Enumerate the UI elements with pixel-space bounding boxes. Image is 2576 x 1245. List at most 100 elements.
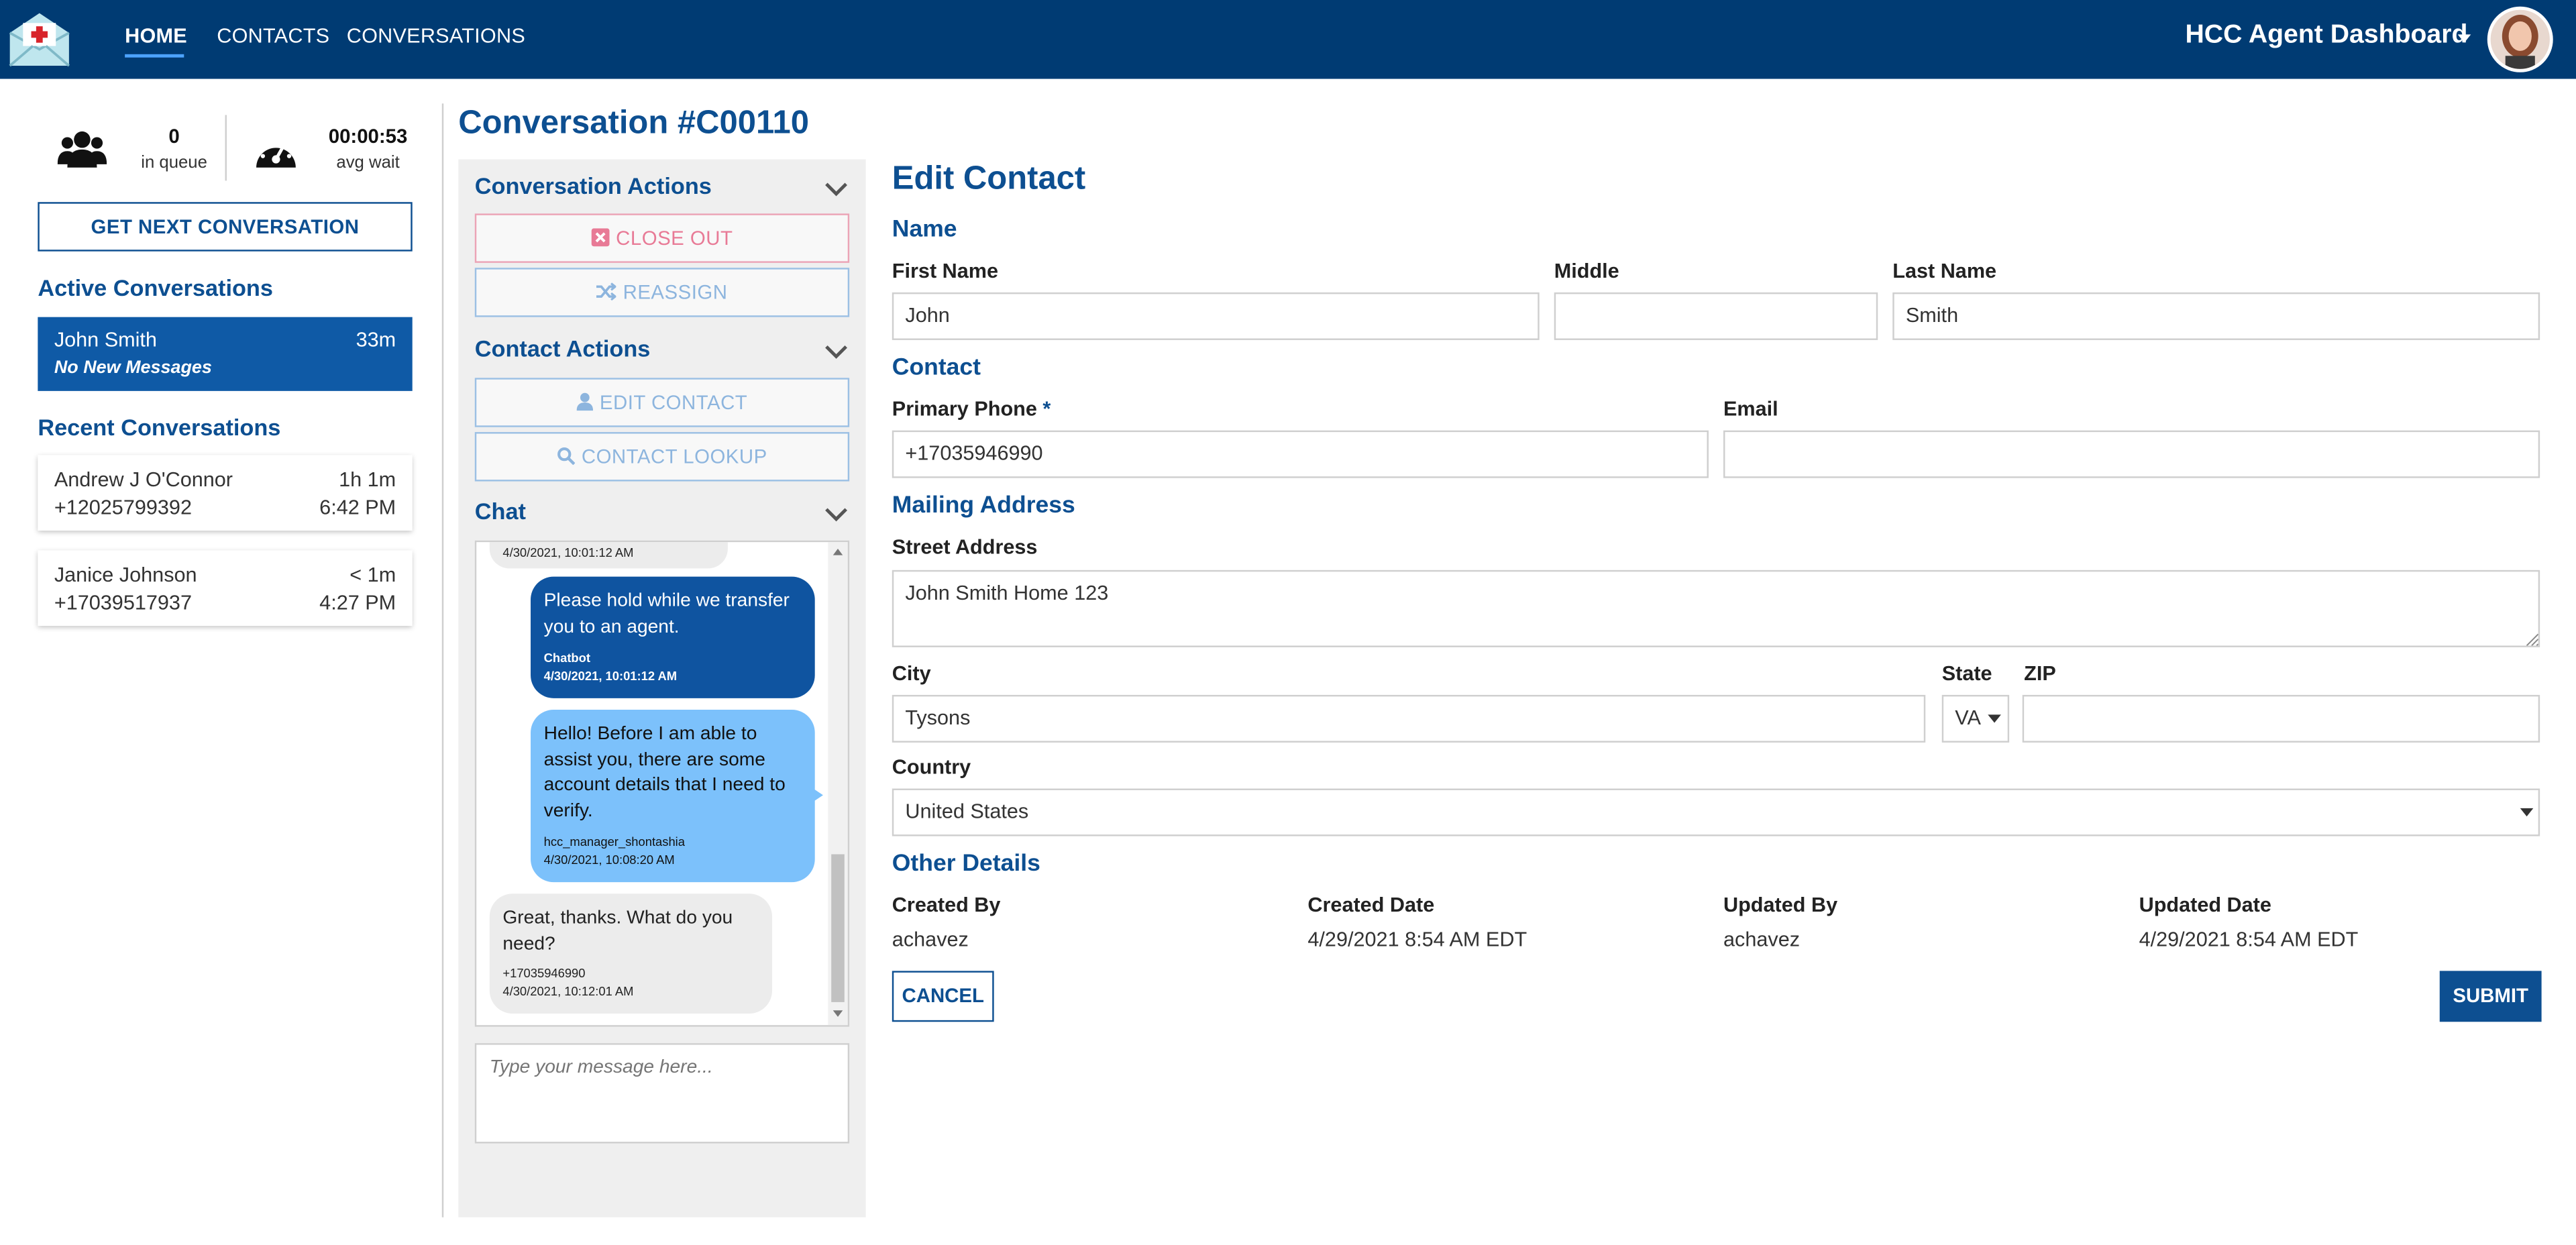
contact-actions-title: Contact Actions	[474, 335, 651, 362]
nav-active-indicator	[125, 54, 184, 58]
search-icon	[557, 447, 576, 466]
stat-divider	[225, 115, 227, 181]
avg-wait-label: avg wait	[336, 152, 400, 173]
updated-by-value: achavez	[1723, 928, 1801, 951]
active-conversation-status: No New Messages	[54, 358, 212, 378]
required-marker: *	[1042, 397, 1051, 421]
recent-contact-name: Andrew J O'Connor	[54, 468, 233, 492]
contact-lookup-label: CONTACT LOOKUP	[581, 445, 767, 468]
chat-message-input[interactable]	[474, 1043, 850, 1144]
primary-phone-field[interactable]: +17035946990	[892, 430, 1709, 478]
first-name-label: First Name	[892, 259, 999, 283]
edit-contact-label: EDIT CONTACT	[599, 390, 748, 415]
recent-conversation-card[interactable]: Janice Johnson +17039517937 < 1m 4:27 PM	[38, 550, 413, 627]
edit-contact-button[interactable]: EDIT CONTACT	[474, 378, 850, 427]
queue-label: in queue	[141, 152, 207, 173]
close-square-icon	[591, 228, 610, 247]
chevron-down-icon[interactable]	[824, 177, 847, 200]
dashboard-title[interactable]: HCC Agent Dashboard	[2186, 21, 2468, 51]
name-section-title: Name	[892, 217, 957, 243]
chat-scrollbar-thumb[interactable]	[831, 854, 845, 1002]
chat-title: Chat	[474, 498, 526, 525]
zip-field[interactable]	[2022, 694, 2540, 743]
recent-conversation-card[interactable]: Andrew J O'Connor +12025799392 1h 1m 6:4…	[38, 455, 413, 531]
chat-scrollbar[interactable]	[828, 542, 848, 1026]
chevron-down-icon[interactable]	[824, 502, 847, 525]
chat-message-sender: hcc_manager_shontashia	[543, 834, 686, 850]
created-by-value: achavez	[892, 928, 969, 951]
email-label: Email	[1723, 397, 1778, 421]
country-label: Country	[892, 755, 971, 779]
mailing-address-section-title: Mailing Address	[892, 492, 1075, 519]
street-address-field[interactable]: John Smith Home 123	[892, 570, 2540, 647]
chat-message-timestamp: 4/30/2021, 10:08:20 AM	[543, 853, 675, 868]
close-out-button[interactable]: CLOSE OUT	[474, 213, 850, 263]
country-select[interactable]: United States	[892, 788, 2540, 836]
close-out-label: CLOSE OUT	[616, 226, 733, 250]
nav-contacts[interactable]: CONTACTS	[217, 25, 329, 48]
city-field[interactable]: Tysons	[892, 694, 1926, 743]
chat-message-timestamp: 4/30/2021, 10:01:12 AM	[543, 668, 678, 684]
queue-count: 0	[168, 125, 180, 148]
state-value: VA	[1955, 706, 1981, 730]
updated-date-label: Updated Date	[2139, 894, 2271, 917]
chat-message-list[interactable]: 4/30/2021, 10:01:12 AM Please hold while…	[474, 540, 850, 1027]
scroll-up-arrow-icon[interactable]	[833, 548, 843, 555]
chat-message-partial: 4/30/2021, 10:01:12 AM	[489, 542, 728, 569]
user-avatar[interactable]	[2487, 6, 2553, 72]
nav-conversations[interactable]: CONVERSATIONS	[347, 25, 525, 48]
chat-message-sender: Chatbot	[543, 650, 590, 665]
created-date-value: 4/29/2021 8:54 AM EDT	[1307, 928, 1527, 951]
sidebar-divider	[441, 103, 444, 1217]
recent-contact-name: Janice Johnson	[54, 563, 197, 587]
cancel-button[interactable]: CANCEL	[892, 971, 994, 1022]
conversation-title: Conversation #C00110	[458, 105, 809, 142]
resize-grip-icon[interactable]	[2525, 633, 2538, 646]
user-icon	[576, 392, 594, 411]
chat-message-text: Please hold while we transfer you to an …	[543, 591, 790, 637]
contact-lookup-button[interactable]: CONTACT LOOKUP	[474, 432, 850, 482]
updated-date-value: 4/29/2021 8:54 AM EDT	[2139, 928, 2359, 951]
get-next-conversation-button[interactable]: GET NEXT CONVERSATION	[38, 202, 413, 252]
avg-wait-time: 00:00:53	[328, 125, 408, 148]
created-by-label: Created By	[892, 894, 1001, 917]
users-group-icon	[57, 131, 107, 168]
country-dropdown-caret-icon[interactable]	[2520, 808, 2534, 817]
chat-message-bot: Please hold while we transfer you to an …	[531, 576, 815, 698]
dashboard-dropdown-caret-icon[interactable]	[2457, 34, 2471, 43]
middle-name-label: Middle	[1554, 259, 1619, 283]
active-contact-name: John Smith	[54, 328, 157, 352]
reassign-button[interactable]: REASSIGN	[474, 268, 850, 317]
chevron-down-icon[interactable]	[824, 340, 847, 363]
last-name-label: Last Name	[1892, 259, 1997, 283]
recent-conversation-age: 1h 1m	[339, 468, 396, 492]
active-conversation-card[interactable]: John Smith 33m No New Messages	[38, 317, 413, 391]
chat-message-customer: Great, thanks. What do you need? +170359…	[489, 894, 773, 1014]
chat-message-text: Great, thanks. What do you need?	[502, 908, 733, 954]
chat-message-text: Hello! Before I am able to assist you, t…	[543, 724, 786, 821]
recent-conversation-age: < 1m	[350, 563, 396, 587]
scroll-down-arrow-icon[interactable]	[833, 1010, 843, 1017]
reassign-label: REASSIGN	[623, 280, 728, 305]
other-details-section-title: Other Details	[892, 851, 1040, 877]
state-dropdown-caret-icon[interactable]	[1988, 714, 2001, 723]
speedometer-icon	[256, 139, 296, 168]
zip-label: ZIP	[2024, 661, 2056, 686]
app-logo[interactable]	[7, 10, 72, 69]
recent-conversations-title: Recent Conversations	[38, 414, 281, 441]
chat-message-sender: +17035946990	[502, 966, 586, 981]
created-date-label: Created Date	[1307, 894, 1435, 917]
nav-home[interactable]: HOME	[125, 25, 187, 48]
first-name-field[interactable]: John	[892, 292, 1540, 340]
recent-conversation-time: 6:42 PM	[319, 496, 396, 519]
recent-conversation-time: 4:27 PM	[319, 591, 396, 614]
chat-bubble-tail	[813, 788, 823, 802]
recent-contact-phone: +17039517937	[54, 591, 192, 614]
submit-button[interactable]: SUBMIT	[2439, 971, 2542, 1022]
email-field[interactable]	[1723, 430, 2540, 478]
middle-name-field[interactable]	[1554, 292, 1878, 340]
edit-contact-title: Edit Contact	[892, 161, 1086, 197]
shuffle-icon	[596, 282, 616, 301]
last-name-field[interactable]: Smith	[1892, 292, 2540, 340]
street-address-label: Street Address	[892, 535, 1038, 559]
